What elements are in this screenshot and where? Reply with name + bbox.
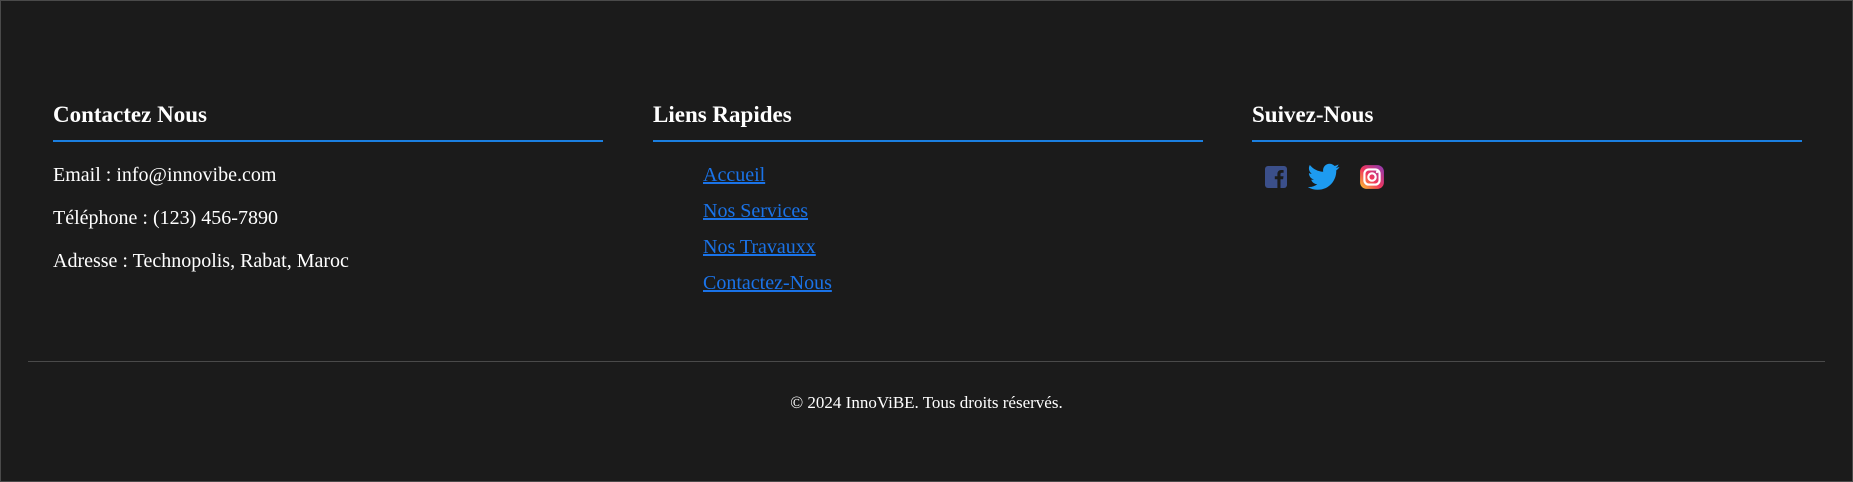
contact-heading: Contactez Nous: [53, 100, 603, 142]
contact-address: Adresse : Technopolis, Rabat, Maroc: [53, 250, 349, 272]
contact-column: Contactez Nous Email : info@innovibe.com…: [53, 100, 603, 291]
site-footer: Contactez Nous Email : info@innovibe.com…: [0, 0, 1853, 482]
twitter-icon[interactable]: [1300, 160, 1348, 194]
link-accueil[interactable]: Accueil: [703, 164, 765, 186]
quick-links-heading: Liens Rapides: [653, 100, 1203, 142]
quick-links-list: Accueil Nos Services Nos Travauxx Contac…: [653, 162, 1203, 296]
link-nos-travauxx[interactable]: Nos Travauxx: [703, 236, 816, 258]
contact-email: Email : info@innovibe.com: [53, 164, 277, 186]
link-nos-services[interactable]: Nos Services: [703, 200, 808, 222]
contact-details: Email : info@innovibe.com Téléphone : (1…: [53, 162, 603, 274]
contact-phone: Téléphone : (123) 456-7890: [53, 207, 278, 229]
quick-link-item: Nos Services: [703, 198, 1203, 224]
link-contactez-nous[interactable]: Contactez-Nous: [703, 272, 832, 294]
quick-link-item: Accueil: [703, 162, 1203, 188]
quick-links-column: Liens Rapides Accueil Nos Services Nos T…: [653, 100, 1203, 306]
social-column: Suivez-Nous: [1252, 100, 1802, 194]
instagram-icon[interactable]: [1348, 160, 1396, 194]
copyright-text: © 2024 InnoViBE. Tous droits réservés.: [790, 393, 1063, 412]
quick-link-item: Nos Travauxx: [703, 234, 1203, 260]
footer-divider: [28, 361, 1825, 362]
social-heading: Suivez-Nous: [1252, 100, 1802, 142]
quick-link-item: Contactez-Nous: [703, 270, 1203, 296]
facebook-icon[interactable]: [1252, 160, 1300, 194]
social-icons: [1252, 160, 1802, 194]
